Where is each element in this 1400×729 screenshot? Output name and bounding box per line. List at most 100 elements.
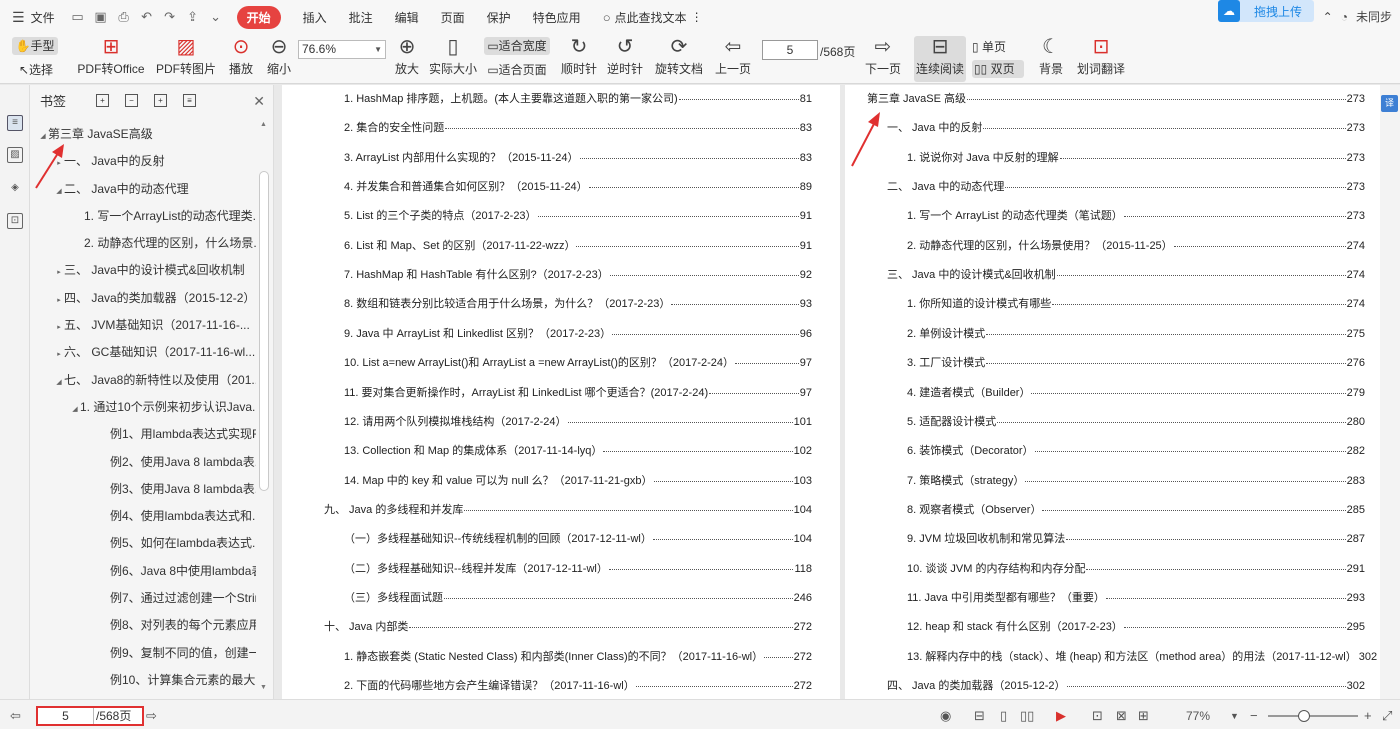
tab-features[interactable]: 特色应用 [533, 9, 581, 26]
toc-entry[interactable]: 11. Java 中引用类型都有哪些？（重要） 293 [907, 589, 1365, 605]
expand-all-icon[interactable]: + [96, 93, 110, 107]
hand-tool-button[interactable]: ✋手型 [12, 37, 58, 55]
status-page-input[interactable]: 5 [38, 708, 94, 724]
tab-annotate[interactable]: 批注 [349, 9, 373, 26]
toc-entry[interactable]: 2. 单例设计模式 275 [907, 325, 1365, 341]
toc-entry[interactable]: 二、 Java 中的动态代理 273 [887, 178, 1365, 194]
play-icon[interactable]: ▶ [1056, 708, 1066, 724]
continuous-read-button[interactable]: ⊟ 连续阅读 [914, 36, 966, 82]
sidebar-item[interactable]: 例2、使用Java 8 lambda表... [30, 449, 256, 476]
toc-entry[interactable]: 1. 说说你对 Java 中反射的理解 273 [907, 149, 1365, 165]
toc-entry[interactable]: 12. 请用两个队列模拟堆栈结构（2017-2-24） 101 [344, 413, 812, 429]
collapse-all-icon[interactable]: − [125, 93, 139, 107]
rotate-doc-button[interactable]: ⟳ 旋转文档 [654, 36, 704, 77]
expand-arrow-icon[interactable]: ▸ [54, 287, 64, 312]
toc-entry[interactable]: 十、 Java 内部类 272 [324, 618, 812, 634]
zoom-out-button[interactable]: ⊖ 缩小 [264, 36, 294, 77]
sidebar-item[interactable]: 例1、用lambda表达式实现R... [30, 421, 256, 448]
fit-width-button[interactable]: ▭适合宽度 [484, 37, 550, 55]
double-view-icon[interactable]: ▯▯ [1020, 708, 1034, 724]
sidebar-item[interactable]: 例8、对列表的每个元素应用... [30, 612, 256, 639]
toc-entry[interactable]: 13. Collection 和 Map 的集成体系（2017-11-14-ly… [344, 442, 812, 458]
actual-size-button[interactable]: ▯ 实际大小 [428, 36, 478, 77]
toc-entry[interactable]: 2. 下面的代码哪些地方会产生编译错误？（2017-11-16-wl） 272 [344, 677, 812, 693]
toc-entry[interactable]: 第三章 JavaSE 高级 273 [867, 90, 1365, 106]
chevron-up-icon[interactable]: ⌃ [1323, 10, 1333, 24]
scroll-up-icon[interactable]: ▲ [260, 121, 267, 128]
toc-entry[interactable]: 三、 Java 中的设计模式&回收机制 274 [887, 266, 1365, 282]
toc-entry[interactable]: 8. 数组和链表分别比较适合用于什么场景，为什么？（2017-2-23） 93 [344, 295, 812, 311]
sidebar-item[interactable]: 例7、通过过滤创建一个Strin... [30, 585, 256, 612]
search-box[interactable]: ○ 点此查找文本 ⋮ [603, 9, 703, 26]
toc-entry[interactable]: 8. 观察者模式（Observer） 285 [907, 501, 1365, 517]
chevron-down-icon[interactable]: ▼ [1230, 711, 1239, 721]
play-button[interactable]: ⊙ 播放 [224, 36, 258, 77]
sidebar-item[interactable]: 例6、Java 8中使用lambda表... [30, 558, 256, 585]
toc-entry[interactable]: 九、 Java 的多线程和并发库 104 [324, 501, 812, 517]
print-icon[interactable]: ⎙ [117, 10, 131, 24]
bookmark-panel-icon[interactable]: ≡ [7, 115, 23, 131]
menu-icon[interactable]: ☰ [12, 9, 25, 26]
toc-entry[interactable]: 10. List a=new ArrayList()和 ArrayList a … [344, 354, 812, 370]
toc-entry[interactable]: （二）多线程基础知识--线程并发库（2017-12-11-wl） 118 [344, 560, 812, 576]
thumbnail-panel-icon[interactable]: ▨ [7, 147, 23, 163]
zoom-plus-icon[interactable]: + [1364, 708, 1372, 723]
fit-page-icon[interactable]: ⊠ [1116, 708, 1127, 724]
toc-entry[interactable]: 4. 并发集合和普通集合如何区别？（2015-11-24） 89 [344, 178, 812, 194]
tab-start[interactable]: 开始 [236, 5, 281, 29]
tab-edit[interactable]: 编辑 [395, 9, 419, 26]
open-folder-icon[interactable]: ▭ [71, 10, 85, 24]
toc-entry[interactable]: 1. 你所知道的设计模式有哪些 274 [907, 295, 1365, 311]
next-page-button[interactable]: ⇨ 下一页 [864, 36, 902, 77]
sidebar-item[interactable]: 例4、使用lambda表达式和... [30, 503, 256, 530]
sidebar-scrollbar[interactable]: ▲ ▼ [258, 121, 270, 691]
single-page-button[interactable]: ▯ 单页 [972, 38, 1018, 55]
tab-page[interactable]: 页面 [441, 9, 465, 26]
toc-entry[interactable]: 10. 谈谈 JVM 的内存结构和内存分配 291 [907, 560, 1365, 576]
add-bookmark-icon[interactable]: + [154, 93, 168, 107]
toc-entry[interactable]: 9. JVM 垃圾回收机制和常见算法 287 [907, 530, 1365, 546]
expand-arrow-icon[interactable]: ▸ [54, 341, 64, 366]
toc-entry[interactable]: 6. List 和 Map、Set 的区别（2017-11-22-wzz） 91 [344, 237, 812, 253]
sidebar-item[interactable]: 例9、复制不同的值，创建一... [30, 640, 256, 667]
scroll-down-icon[interactable]: ▼ [260, 684, 267, 691]
sidebar-item[interactable]: 2. 动静态代理的区别，什么场景... [30, 230, 256, 257]
page-number-input[interactable]: 5 [762, 40, 818, 60]
toc-entry[interactable]: 四、 Java 的类加载器（2015-12-2） 302 [887, 677, 1365, 693]
file-menu[interactable]: 文件 [31, 9, 55, 26]
background-button[interactable]: ☾ 背景 [1034, 36, 1068, 77]
export-icon[interactable]: ⇪ [186, 10, 200, 24]
prev-page-button[interactable]: ⇦ 上一页 [714, 36, 752, 77]
sidebar-item[interactable]: 1. 写一个ArrayList的动态代理类... [30, 203, 256, 230]
arrow-right-icon[interactable]: ⇨ [146, 708, 157, 724]
sidebar-item[interactable]: 例5、如何在lambda表达式... [30, 530, 256, 557]
redo-icon[interactable]: ↷ [163, 10, 177, 24]
eye-icon[interactable]: ◉ [940, 708, 951, 724]
actual-size-icon[interactable]: ⊡ [1092, 708, 1103, 724]
sidebar-item[interactable]: ▸ 六、 GC基础知识（2017-11-16-wl... [30, 339, 256, 366]
toc-entry[interactable]: 11. 要对集合更新操作时，ArrayList 和 LinkedList 哪个更… [344, 384, 812, 400]
expand-arrow-icon[interactable]: ▸ [54, 314, 64, 339]
toc-entry[interactable]: 9. Java 中 ArrayList 和 Linkedlist 区别？（201… [344, 325, 812, 341]
status-page-box[interactable]: 5 /568页 [36, 706, 144, 726]
translate-tool-icon[interactable]: 译 [1381, 95, 1398, 112]
sidebar-item[interactable]: ▸ 四、 Java的类加载器（2015-12-2） [30, 285, 256, 312]
rotate-cw-button[interactable]: ↻ 顺时针 [560, 36, 598, 77]
continuous-view-icon[interactable]: ⊟ [974, 708, 985, 724]
zoom-slider-knob[interactable] [1298, 710, 1310, 722]
upload-button[interactable]: ☁ 拖拽上传 [1218, 0, 1314, 22]
zoom-slider[interactable] [1268, 710, 1358, 722]
toc-entry[interactable]: 6. 装饰模式（Decorator） 282 [907, 442, 1365, 458]
toc-entry[interactable]: 2. 集合的安全性问题 83 [344, 119, 812, 135]
pdf-to-office-button[interactable]: ⊞ PDF转Office [74, 36, 148, 77]
toc-entry[interactable]: 一、 Java 中的反射 273 [887, 119, 1365, 135]
collapse-arrow-icon[interactable]: ◢ [54, 369, 64, 394]
toc-entry[interactable]: 1. 静态嵌套类 (Static Nested Class) 和内部类(Inne… [344, 648, 812, 664]
sidebar-item[interactable]: ▸ 三、 Java中的设计模式&回收机制 [30, 257, 256, 284]
zoom-in-button[interactable]: ⊕ 放大 [392, 36, 422, 77]
zoom-select[interactable]: 76.6% ▼ [298, 40, 386, 59]
zoom-minus-icon[interactable]: − [1250, 708, 1258, 723]
scrollbar-thumb[interactable] [259, 171, 269, 491]
sidebar-item[interactable]: 例3、使用Java 8 lambda表... [30, 476, 256, 503]
toc-entry[interactable]: （一）多线程基础知识--传统线程机制的回顾（2017-12-11-wl） 104 [344, 530, 812, 546]
